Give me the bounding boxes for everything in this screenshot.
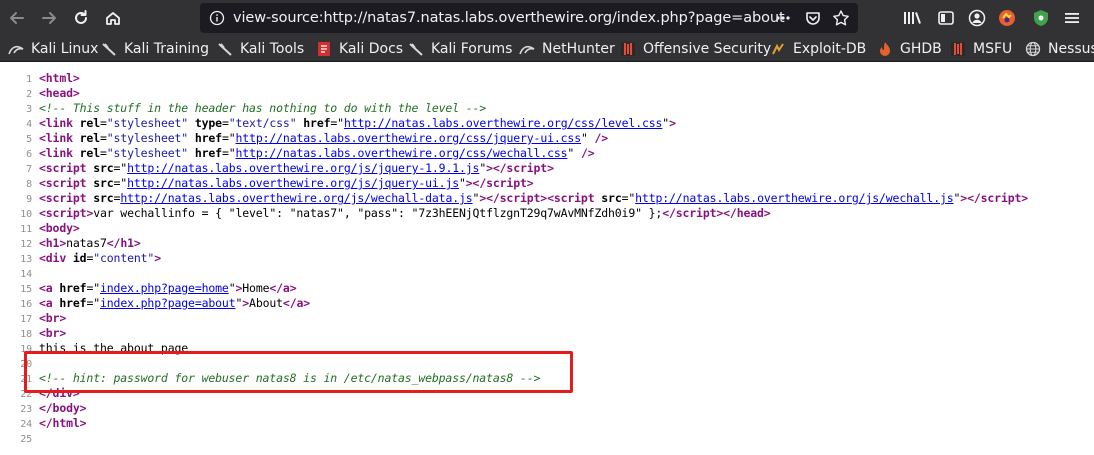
source-line: 15 <a href="index.php?page=home">Home</a> — [20, 281, 297, 295]
bookmark-offensive-security[interactable]: Offensive Security — [620, 39, 771, 59]
source-line: 11 <body> — [20, 221, 80, 235]
sidebar-icon[interactable] — [936, 8, 956, 28]
source-line: 13 <div id="content"> — [20, 251, 161, 265]
page-actions-icon[interactable] — [774, 9, 792, 27]
source-line: 16 <a href="index.php?page=about">About</… — [20, 296, 311, 310]
source-line: 12 <h1>natas7</h1> — [20, 236, 141, 250]
bookmark-kali-training[interactable]: Kali Training — [101, 39, 209, 59]
source-line: 5 <link rel="stylesheet" href="http://nat… — [26, 131, 609, 145]
source-line: 6 <link rel="stylesheet" href="http://nat… — [26, 146, 595, 160]
bookmark-star-icon[interactable] — [832, 9, 850, 27]
reload-icon — [75, 10, 87, 24]
source-link[interactable]: http://natas.labs.overthewire.org/css/jq… — [236, 131, 582, 145]
source-line: 23 </body> — [20, 401, 87, 415]
reload-button[interactable] — [69, 6, 93, 30]
source-link[interactable]: http://natas.labs.overthewire.org/css/we… — [236, 146, 568, 160]
forward-button[interactable] — [37, 6, 61, 30]
home-icon — [106, 12, 120, 25]
kali-dragon-icon — [8, 41, 24, 57]
source-line: 14 — [20, 269, 32, 280]
site-info-icon[interactable] — [208, 9, 226, 27]
bookmark-ghdb[interactable]: GHDB — [877, 39, 942, 59]
source-link[interactable]: http://natas.labs.overthewire.org/js/jqu… — [127, 176, 459, 190]
msfu-icon — [950, 41, 966, 57]
highlight-box — [24, 351, 573, 393]
exploit-db-icon — [770, 41, 786, 57]
bookmark-kali-forums[interactable]: Kali Forums — [408, 39, 512, 59]
back-button[interactable] — [5, 6, 29, 30]
nethunter-icon — [519, 41, 535, 57]
kali-training-icon — [101, 41, 117, 57]
bookmark-nethunter[interactable]: NetHunter — [519, 39, 615, 59]
offensive-security-icon — [620, 41, 636, 57]
source-line: 2 <head> — [26, 86, 80, 100]
source-line: 4 <link rel="stylesheet" type="text/css" … — [26, 116, 676, 130]
pocket-icon[interactable] — [804, 9, 822, 27]
source-line: 3 <!-- This stuff in the header has nothi… — [26, 101, 487, 115]
source-line: 24 </html> — [20, 416, 87, 430]
home-link[interactable]: index.php?page=home — [100, 281, 229, 295]
bookmark-nessus[interactable]: Nessus — [1025, 39, 1094, 59]
bookmark-msfu[interactable]: MSFU — [950, 39, 1012, 59]
home-button[interactable] — [101, 6, 125, 30]
source-line: 7 <script src="http://natas.labs.overthew… — [26, 161, 554, 175]
kali-docs-icon — [316, 41, 332, 57]
bookmark-kali-tools[interactable]: Kali Tools — [217, 39, 304, 59]
ghdb-icon — [877, 41, 893, 57]
source-line: 17 <br> — [20, 311, 67, 325]
wechall-info: var wechallinfo = { "level": "natas7", "… — [93, 206, 663, 220]
view-source-content: 1 <html> 2 <head> 3 <!-- This stuff in the … — [0, 68, 1094, 455]
source-line: 8 <script src="http://natas.labs.overthew… — [26, 176, 534, 190]
back-arrow-icon — [10, 12, 24, 24]
source-line: 1 <html> — [26, 71, 80, 85]
shield-extension-icon[interactable] — [1031, 8, 1051, 28]
globe-icon — [1025, 41, 1041, 57]
url-text[interactable]: view-source:http://natas7.natas.labs.ove… — [233, 10, 785, 26]
kali-forums-icon — [408, 41, 424, 57]
source-line: 18 <br> — [20, 326, 67, 340]
source-link[interactable]: http://natas.labs.overthewire.org/js/wec… — [635, 191, 954, 205]
source-line: 10 <script>var wechallinfo = { "level": "… — [20, 206, 771, 220]
menu-icon[interactable] — [1062, 8, 1082, 28]
account-icon[interactable] — [967, 8, 987, 28]
forward-arrow-icon — [42, 12, 56, 24]
bookmark-kali-docs[interactable]: Kali Docs — [316, 39, 403, 59]
bookmark-exploit-db[interactable]: Exploit-DB — [770, 39, 866, 59]
kali-tools-icon — [217, 41, 233, 57]
source-link[interactable]: http://natas.labs.overthewire.org/js/jqu… — [127, 161, 479, 175]
url-bar[interactable]: view-source:http://natas7.natas.labs.ove… — [200, 3, 858, 33]
source-line: 9 <script src=http://natas.labs.overthewi… — [26, 191, 1029, 205]
bookmark-kali-linux[interactable]: Kali Linux — [8, 39, 98, 59]
source-line: 25 — [20, 434, 32, 445]
about-link[interactable]: index.php?page=about — [100, 296, 236, 310]
bookmarks-bar: Kali Linux Kali Training Kali Tools Kali… — [0, 36, 1094, 62]
browser-toolbar: view-source:http://natas7.natas.labs.ove… — [0, 0, 1094, 36]
extension-icon[interactable] — [997, 8, 1017, 28]
source-link[interactable]: http://natas.labs.overthewire.org/css/le… — [344, 116, 663, 130]
library-icon[interactable] — [902, 8, 922, 28]
source-link[interactable]: http://natas.labs.overthewire.org/js/wec… — [120, 191, 472, 205]
